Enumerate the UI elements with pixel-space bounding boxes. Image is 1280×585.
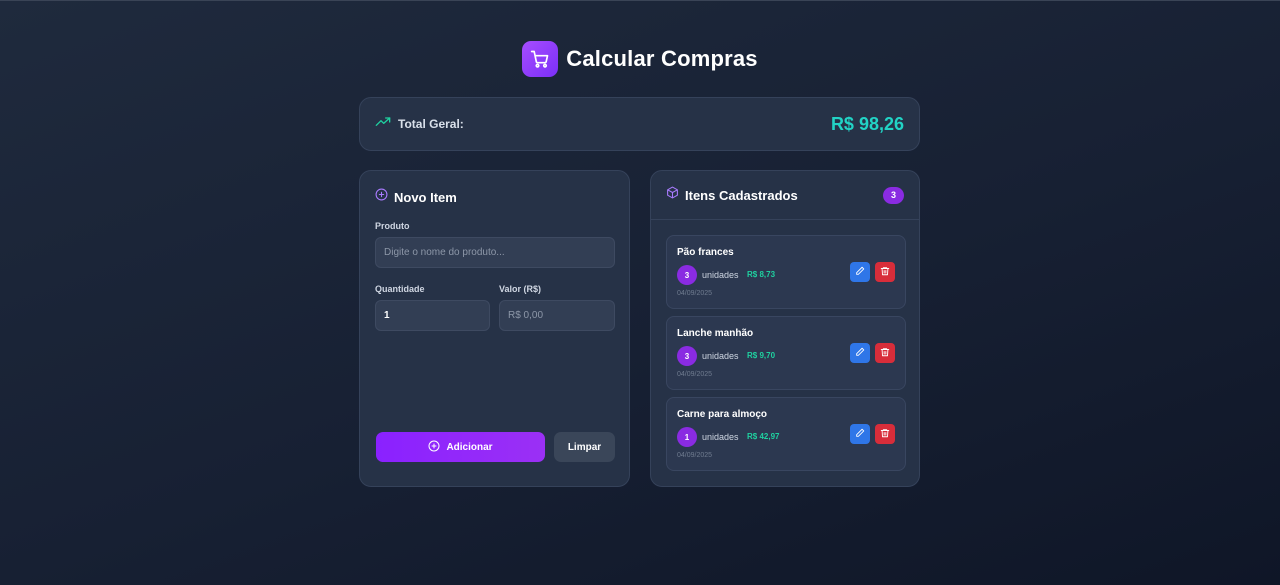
add-button-label: Adicionar <box>446 441 493 453</box>
new-item-header: Novo Item <box>375 188 457 206</box>
plus-circle-icon <box>375 188 388 206</box>
items-title: Itens Cadastrados <box>685 187 798 203</box>
total-value: R$ 98,26 <box>830 113 904 134</box>
item-quantity-badge: 3 <box>677 265 697 285</box>
clear-button-label: Limpar <box>567 441 602 453</box>
product-label: Produto <box>375 221 410 231</box>
list-item: Carne para almoço 1 unidades R$ 42,97 04… <box>666 397 906 471</box>
total-label: Total Geral: <box>398 117 464 131</box>
price-label: Valor (R$) <box>499 284 542 294</box>
item-date: 04/09/2025 <box>677 290 713 297</box>
item-quantity-badge: 3 <box>677 346 697 366</box>
add-button[interactable]: Adicionar <box>376 432 545 462</box>
cart-icon <box>522 41 559 77</box>
quantity-label: Quantidade <box>375 284 425 294</box>
item-unit: unidades <box>702 351 739 361</box>
items-count-badge: 3 <box>883 186 904 204</box>
list-item: Pão frances 3 unidades R$ 8,73 04/09/202… <box>666 235 906 309</box>
edit-button[interactable] <box>850 424 870 444</box>
pencil-icon <box>855 263 865 281</box>
app-header: Calcular Compras <box>0 41 1280 77</box>
quantity-input[interactable] <box>375 300 490 331</box>
edit-button[interactable] <box>850 262 870 282</box>
item-quantity-badge: 1 <box>677 427 697 447</box>
app-title: Calcular Compras <box>566 46 758 71</box>
pencil-icon <box>855 344 865 362</box>
product-input[interactable] <box>375 237 615 268</box>
pencil-icon <box>855 425 865 443</box>
item-price: R$ 9,70 <box>747 351 776 360</box>
item-name: Carne para almoço <box>677 409 768 420</box>
items-panel: Itens Cadastrados 3 Pão frances 3 unidad… <box>650 170 920 487</box>
trending-up-icon <box>375 114 391 135</box>
price-input[interactable] <box>499 300 615 331</box>
item-date: 04/09/2025 <box>677 371 713 378</box>
item-name: Lanche manhão <box>677 328 754 339</box>
delete-button[interactable] <box>875 343 895 363</box>
trash-icon <box>880 344 890 362</box>
new-item-panel: Novo Item Produto Quantidade Valor (R$) … <box>359 170 630 487</box>
item-unit: unidades <box>702 432 739 442</box>
trash-icon <box>880 263 890 281</box>
delete-button[interactable] <box>875 424 895 444</box>
delete-button[interactable] <box>875 262 895 282</box>
list-item: Lanche manhão 3 unidades R$ 9,70 04/09/2… <box>666 316 906 390</box>
box-icon <box>666 186 679 204</box>
items-header: Itens Cadastrados 3 <box>651 171 919 220</box>
total-summary-card: Total Geral: R$ 98,26 <box>359 97 920 151</box>
trash-icon <box>880 425 890 443</box>
clear-button[interactable]: Limpar <box>554 432 615 462</box>
item-price: R$ 42,97 <box>747 432 780 441</box>
item-unit: unidades <box>702 270 739 280</box>
plus-circle-icon <box>428 440 440 455</box>
item-price: R$ 8,73 <box>747 270 776 279</box>
new-item-title: Novo Item <box>394 189 457 205</box>
edit-button[interactable] <box>850 343 870 363</box>
item-date: 04/09/2025 <box>677 452 713 459</box>
item-name: Pão frances <box>677 247 734 258</box>
